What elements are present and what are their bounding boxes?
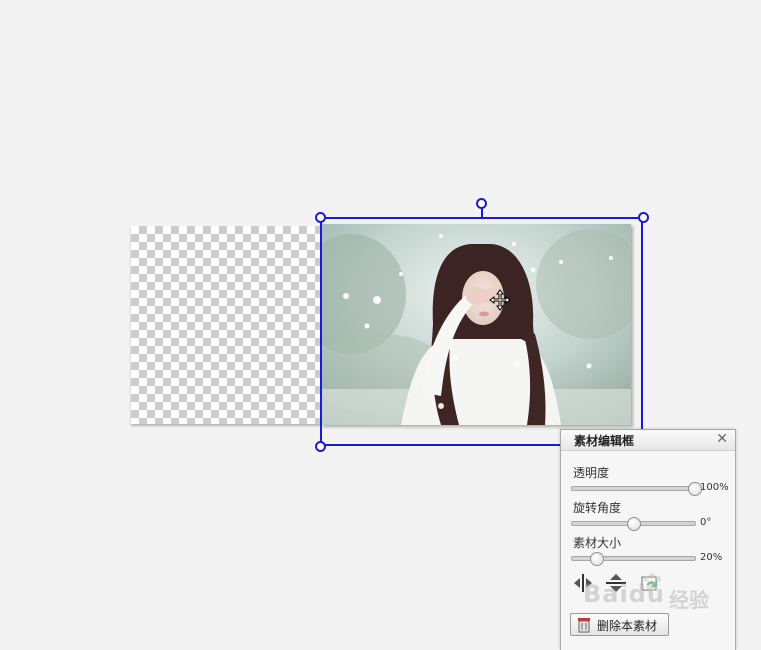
panel-title: 素材编辑框 [574, 434, 635, 448]
size-slider-thumb[interactable] [589, 552, 604, 566]
material-edit-panel: 素材编辑框 ✕ 透明度 100% 旋转角度 0° 素材大小 20% 删除本素材 [560, 429, 736, 650]
selection-frame[interactable] [320, 217, 643, 446]
paw-logo-icon [643, 573, 661, 591]
delete-material-button[interactable]: 删除本素材 [570, 613, 669, 636]
panel-header: 素材编辑框 ✕ [561, 430, 735, 451]
move-cursor-icon [489, 289, 511, 311]
resize-handle-top-left[interactable] [315, 212, 326, 223]
resize-handle-top-right[interactable] [638, 212, 649, 223]
rotation-slider-thumb[interactable] [626, 517, 641, 531]
opacity-value: 100% [700, 482, 729, 493]
watermark-suffix: 经验 [669, 588, 709, 612]
opacity-label: 透明度 [573, 466, 610, 480]
rotation-label: 旋转角度 [573, 501, 622, 515]
trash-icon [578, 618, 590, 633]
watermark: Baidu 经验 [583, 572, 743, 612]
size-value: 20% [700, 552, 723, 563]
rotate-handle[interactable] [476, 198, 487, 209]
transparent-layer-area [131, 226, 321, 424]
resize-handle-bottom-left[interactable] [315, 441, 326, 452]
opacity-slider-track[interactable] [571, 486, 696, 491]
delete-material-label: 删除本素材 [597, 619, 658, 633]
rotation-value: 0° [700, 517, 712, 528]
close-icon[interactable]: ✕ [716, 431, 728, 447]
size-label: 素材大小 [573, 536, 622, 550]
